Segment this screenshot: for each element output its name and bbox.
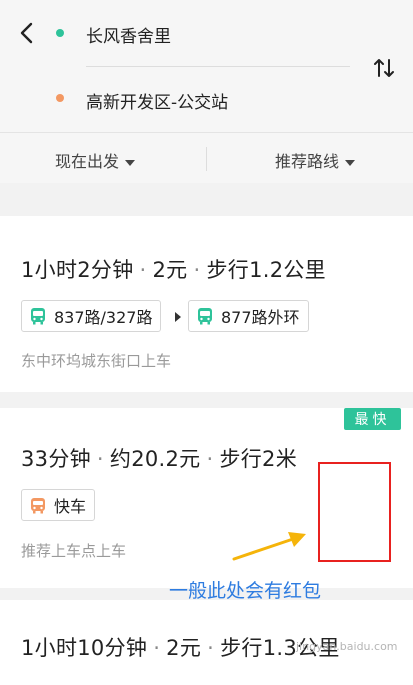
annotation-arrow-icon [232,532,306,561]
separator-dot: · [153,636,161,660]
annotation-label: 一般此处会有红包 [169,580,322,602]
route-walk: 步行1.2公里 [206,258,326,282]
taxi-icon [31,498,45,514]
separator-dot: · [139,258,147,282]
separator-dot: · [207,636,215,660]
route-duration: 33分钟 [21,447,91,471]
route-price: 2元 [166,636,202,660]
route-walk: 步行2米 [219,447,298,471]
swap-vertical-icon [374,59,394,77]
separator-dot: · [96,447,104,471]
fastest-badge: 最快 [344,408,401,430]
caret-down-icon [125,159,136,166]
route-header: 长风香舍里 高新开发区-公交站 现在出发 推荐路线 [0,0,413,183]
route-summary: 1小时2分钟 · 2元 · 步行1.2公里 [21,254,326,284]
route-summary: 1小时10分钟 · 2元 · 步行1.3公里 [21,632,340,662]
route-duration: 1小时2分钟 [21,258,134,282]
red-packet-highlight-box [318,462,391,562]
back-button[interactable] [12,18,42,48]
depart-time-dropdown[interactable]: 现在出发 [55,148,136,172]
bus-line-chip: 837路/327路 [21,300,162,332]
filter-divider [206,147,207,171]
bus-line-chip: 877路外环 [188,300,309,332]
depart-time-label: 现在出发 [55,152,120,171]
watermark: jingyan.baidu.com [296,640,398,653]
caret-down-icon [345,159,356,166]
route-preference-dropdown[interactable]: 推荐路线 [275,148,356,172]
route-card[interactable]: 1小时2分钟 · 2元 · 步行1.2公里 837路/327路 877路外环 东中环坞城… [0,216,413,392]
boarding-info: 东中环坞城东街口上车 [21,352,172,370]
route-price: 2元 [152,258,188,282]
place-divider [86,66,350,67]
origin-input[interactable]: 长风香舍里 [86,22,171,47]
boarding-info: 推荐上车点上车 [21,542,127,560]
route-duration: 1小时10分钟 [21,636,148,660]
destination-dot [56,94,64,102]
filter-bar: 现在出发 推荐路线 [0,132,413,183]
swap-button[interactable] [370,54,398,82]
transfer-arrow-icon [175,312,181,322]
separator-dot: · [206,447,214,471]
bus-line-label: 837路/327路 [54,308,153,327]
chevron-left-icon [20,22,33,44]
origin-dot [56,29,64,37]
bus-line-label: 877路外环 [221,308,300,327]
route-preference-label: 推荐路线 [275,152,340,171]
destination-input[interactable]: 高新开发区-公交站 [86,88,228,113]
bus-icon [31,308,45,325]
ride-mode-chip: 快车 [21,489,96,521]
ride-mode-label: 快车 [54,497,87,516]
route-summary: 33分钟 · 约20.2元 · 步行2米 [21,443,297,473]
route-price: 约20.2元 [109,447,201,471]
separator-dot: · [193,258,201,282]
bus-icon [198,308,212,325]
